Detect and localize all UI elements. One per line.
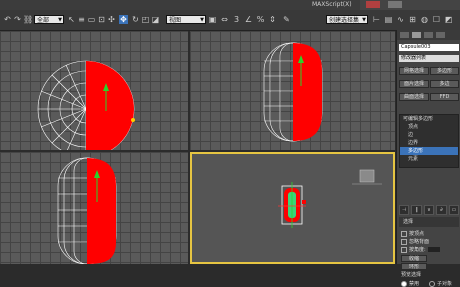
capsule-perspective-view: [278, 169, 382, 228]
selected-faces: [293, 43, 322, 141]
create-tab-icon[interactable]: [400, 32, 409, 38]
remove-modifier-icon[interactable]: ∂: [436, 205, 447, 215]
schematic-icon[interactable]: ⊞: [408, 15, 417, 24]
chevron-down-icon: ▼: [58, 17, 62, 23]
pivot-icon[interactable]: ▣: [208, 15, 217, 24]
menu-item[interactable]: MAXScript(X): [312, 1, 352, 8]
placement-icon[interactable]: ◪: [151, 15, 160, 24]
preview-disabled-radio[interactable]: 禁用: [401, 280, 419, 287]
percent-snap-icon[interactable]: %: [256, 15, 265, 24]
option-label: 子对象: [437, 281, 453, 287]
angle-snap-icon[interactable]: ∠: [244, 15, 253, 24]
title-button[interactable]: [366, 1, 380, 8]
object-name-field[interactable]: Capsule003: [399, 44, 459, 51]
chevron-down-icon: ▼: [362, 17, 366, 23]
preview-selection-label: 预览选择: [401, 272, 422, 278]
modifier-stack: 可编辑多边形 顶点 边 边界 多边形 元素: [399, 114, 459, 168]
edit-named-selection-icon[interactable]: ✎: [282, 15, 291, 24]
rotate-icon[interactable]: ↻: [131, 15, 140, 24]
preview-subobject-radio[interactable]: 子对象: [429, 280, 452, 287]
menu-bar: MAXScript(X): [0, 0, 460, 10]
modifier-button[interactable]: 面片选择: [399, 80, 429, 88]
stack-item-editable-poly[interactable]: 可编辑多边形: [400, 115, 458, 123]
stack-item-element[interactable]: 元素: [400, 155, 458, 163]
render-setup-icon[interactable]: ☐: [432, 15, 441, 24]
material-editor-icon[interactable]: ◍: [420, 15, 429, 24]
radio-dot: [429, 280, 435, 287]
redo-icon[interactable]: ↷: [13, 15, 22, 24]
rect-selection-icon[interactable]: ▭: [87, 15, 96, 24]
option-label: 按顶点: [409, 231, 425, 237]
modifier-button[interactable]: 曲面选择: [399, 93, 429, 101]
pin-stack-icon[interactable]: ⊣: [399, 205, 410, 215]
checkbox-box: [401, 238, 407, 245]
option-label: 忽略背面: [409, 239, 430, 245]
select-move-icon[interactable]: ✣: [107, 15, 116, 24]
selection-rollout-header[interactable]: 选择: [399, 217, 459, 227]
make-unique-icon[interactable]: ∨: [423, 205, 435, 215]
modify-tab-icon[interactable]: [412, 32, 421, 38]
select-rotate-icon[interactable]: ✥: [119, 15, 128, 24]
selection-filter-value: 全部: [37, 17, 50, 24]
link-icon[interactable]: ⛓: [23, 15, 33, 24]
chevron-down-icon: ▼: [200, 17, 204, 23]
configure-sets-icon[interactable]: ▭: [448, 205, 460, 215]
viewport-top[interactable]: [0, 31, 188, 150]
capsule-left-view: [57, 157, 117, 264]
modifier-button[interactable]: 网格选择: [399, 67, 429, 75]
select-object-icon[interactable]: ↖: [67, 15, 76, 24]
align-icon[interactable]: ⊢: [372, 15, 381, 24]
by-vertex-checkbox[interactable]: 按顶点: [401, 230, 424, 237]
modifier-button[interactable]: 多边形: [430, 67, 459, 75]
modifier-button[interactable]: FFD: [430, 93, 459, 101]
capsule-top-view: [37, 60, 135, 150]
option-label: 禁用: [409, 281, 420, 287]
stack-item-border[interactable]: 边界: [400, 139, 458, 147]
show-end-result-icon[interactable]: ‖: [411, 205, 422, 215]
selected-faces: [87, 158, 116, 264]
undo-icon[interactable]: ↶: [3, 15, 12, 24]
stack-item-polygon[interactable]: 多边形: [400, 147, 458, 155]
selected-faces: [86, 61, 134, 150]
by-angle-checkbox[interactable]: 按角度:: [401, 246, 440, 253]
capsule-front-view: [263, 42, 323, 142]
snap-icon[interactable]: 3: [232, 15, 241, 24]
main-toolbar: ↶ ↷ ⛓ 全部 ▼ ↖ ≡ ▭ ⊡ ✣ ✥ ↻ ◰ ◪ 视图 ▼ ▣ ⇔ 3 …: [0, 10, 460, 31]
viewport-left[interactable]: [0, 152, 188, 264]
scale-icon[interactable]: ◰: [141, 15, 150, 24]
radio-dot: [401, 280, 407, 287]
render-icon[interactable]: ◩: [444, 15, 453, 24]
title-buttons: [360, 0, 460, 10]
ignore-backfacing-checkbox[interactable]: 忽略背面: [401, 238, 429, 245]
option-label: 按角度:: [409, 247, 426, 253]
command-panel: Capsule003 修改器列表 网格选择 多边形 面片选择 多边 曲面选择 F…: [396, 30, 460, 287]
hierarchy-tab-icon[interactable]: [424, 32, 433, 38]
mirror-icon[interactable]: ⇔: [220, 15, 229, 24]
checkbox-box: [401, 246, 407, 253]
curve-editor-icon[interactable]: ∿: [396, 15, 405, 24]
panel-tabs: [397, 30, 460, 40]
motion-tab-icon[interactable]: [436, 32, 445, 38]
spinner-snap-icon[interactable]: ⇕: [268, 15, 277, 24]
select-by-name-icon[interactable]: ≡: [77, 15, 86, 24]
viewport-front[interactable]: [190, 31, 395, 150]
named-selection-dropdown[interactable]: 创建选择集 ▼: [326, 15, 368, 24]
window-crossing-icon[interactable]: ⊡: [97, 15, 106, 24]
shrink-button[interactable]: 收缩: [401, 255, 427, 262]
named-selection-value: 创建选择集: [329, 17, 360, 24]
selection-filter-dropdown[interactable]: 全部 ▼: [34, 15, 64, 24]
stack-item-vertex[interactable]: 顶点: [400, 123, 458, 131]
ref-coord-value: 视图: [169, 17, 182, 24]
angle-spinner[interactable]: [427, 247, 440, 252]
ring-button[interactable]: 环形: [401, 263, 427, 270]
stack-item-edge[interactable]: 边: [400, 131, 458, 139]
checkbox-box: [401, 230, 407, 237]
title-button[interactable]: [388, 1, 402, 8]
ref-coord-dropdown[interactable]: 视图 ▼: [166, 15, 206, 24]
viewport-perspective[interactable]: [190, 152, 395, 264]
stack-icon-row: ⊣ ‖ ∨ ∂ ▭: [399, 205, 460, 215]
layer-icon[interactable]: ▤: [384, 15, 393, 24]
modifier-list-dropdown[interactable]: 修改器列表: [399, 55, 459, 62]
modifier-button[interactable]: 多边: [430, 80, 459, 88]
